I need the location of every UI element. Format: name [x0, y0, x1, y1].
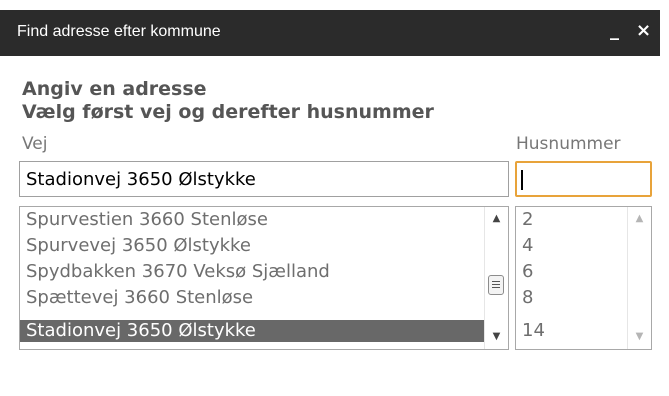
list-item[interactable]: 4: [516, 235, 627, 257]
vej-input[interactable]: [19, 161, 509, 197]
vej-scrollbar[interactable]: ▲ ▼: [484, 207, 508, 349]
scroll-down-arrow-icon[interactable]: ▼: [628, 327, 651, 347]
husnummer-scrollbar[interactable]: ▲ ▼: [627, 207, 651, 349]
vej-listbox[interactable]: Spurvestien 3660 Stenløse Spurvevej 3650…: [19, 206, 509, 350]
list-item[interactable]: Spurvestien 3660 Stenløse: [20, 209, 484, 231]
list-item[interactable]: 6: [516, 261, 627, 283]
husnummer-input[interactable]: [515, 161, 652, 197]
list-item[interactable]: Spættevej 3660 Stenløse: [20, 287, 484, 309]
close-button[interactable]: ×: [636, 20, 651, 41]
grip-line: [492, 287, 500, 288]
scrollbar-thumb[interactable]: [488, 275, 504, 295]
dialog-title: Find adresse efter kommune: [17, 23, 221, 40]
grip-line: [492, 284, 500, 285]
scroll-down-arrow-icon[interactable]: ▼: [485, 327, 508, 347]
husnummer-listbox[interactable]: 2 4 6 8 14 ▲ ▼: [515, 206, 652, 350]
heading-angiv-adresse: Angiv en adresse: [22, 78, 207, 100]
grip-line: [492, 281, 500, 282]
minimize-button[interactable]: _: [610, 20, 619, 41]
heading-instructions: Vælg først vej og derefter husnummer: [22, 101, 434, 123]
scroll-up-arrow-icon[interactable]: ▲: [485, 209, 508, 229]
list-item[interactable]: 2: [516, 209, 627, 231]
list-item[interactable]: 14: [516, 320, 627, 342]
list-item-selected[interactable]: Stadionvej 3650 Ølstykke: [20, 320, 484, 342]
list-item[interactable]: Spurvevej 3650 Ølstykke: [20, 235, 484, 257]
dialog-titlebar: Find adresse efter kommune _ ×: [0, 10, 660, 56]
list-item[interactable]: Spydbakken 3670 Veksø Sjælland: [20, 261, 484, 283]
scroll-up-arrow-icon[interactable]: ▲: [628, 209, 651, 229]
husnummer-label: Husnummer: [516, 134, 621, 154]
list-item[interactable]: 8: [516, 287, 627, 309]
text-caret: [521, 170, 523, 190]
vej-label: Vej: [22, 134, 48, 154]
